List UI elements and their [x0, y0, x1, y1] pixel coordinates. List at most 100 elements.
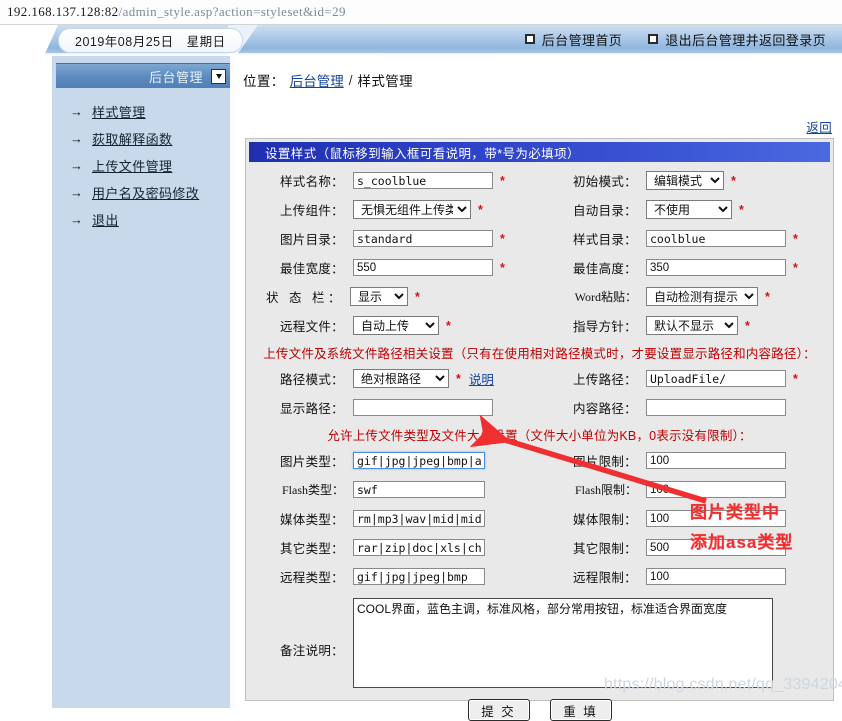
- field-label: 路径模式：: [279, 373, 344, 387]
- field-label: 上传组件：: [279, 204, 344, 218]
- arrow-right-icon: →: [70, 158, 83, 173]
- browser-url-bar[interactable]: 192.168.137.128:82/admin_style.asp?actio…: [0, 0, 842, 25]
- page-body: 2019年08月25日 星期日 后台管理首页 退出后台管理并返回登录页 后台管理…: [0, 25, 842, 721]
- sidebar-item-style-manage[interactable]: → 样式管理: [52, 98, 230, 125]
- image-dir-input[interactable]: [353, 230, 493, 247]
- style-dir-input[interactable]: [646, 230, 786, 247]
- required-star: *: [415, 289, 420, 304]
- media-type-input[interactable]: [353, 510, 485, 527]
- field-style-dir: 样式目录： *: [539, 229, 833, 248]
- field-flash-type: Flash类型：: [246, 481, 539, 498]
- sidebar-item-get-function[interactable]: → 荻取解释函数: [52, 125, 230, 152]
- memo-textarea[interactable]: [353, 598, 773, 688]
- field-label: 最佳宽度：: [279, 262, 344, 276]
- field-label: Flash限制：: [574, 483, 637, 497]
- init-mode-select[interactable]: 编辑模式: [646, 171, 724, 190]
- bullet-square-icon: [648, 34, 659, 44]
- image-type-input[interactable]: [353, 452, 485, 469]
- field-label: 备注说明：: [279, 644, 344, 658]
- upload-path-input[interactable]: [646, 370, 786, 387]
- sidebar-header: 后台管理: [56, 63, 234, 88]
- breadcrumb-separator: /: [348, 72, 353, 88]
- sidebar-item-label: 荻取解释函数: [92, 132, 173, 147]
- banner-notch: [44, 25, 58, 56]
- content-area: 位置： 后台管理 / 样式管理 返回 设置样式（鼠标移到输入框可看说明，带*号为…: [235, 56, 842, 721]
- date-tab: 2019年08月25日 星期日: [58, 28, 243, 53]
- url-text: 192.168.137.128:82/admin_style.asp?actio…: [0, 4, 346, 20]
- required-star: *: [745, 318, 750, 333]
- field-label: 最佳高度：: [572, 262, 637, 276]
- field-label: 其它限制：: [572, 542, 637, 556]
- remote-type-input[interactable]: [353, 568, 485, 585]
- type-note: 允许上传文件类型及文件大小设置（文件大小单位为KB，0表示没有限制）：: [327, 428, 752, 443]
- word-paste-select[interactable]: 自动检测有提示: [646, 287, 758, 306]
- link-logout[interactable]: 退出后台管理并返回登录页: [648, 30, 826, 49]
- field-label: 初始模式：: [572, 175, 637, 189]
- field-memo: 备注说明：: [246, 591, 833, 688]
- field-content-path: 内容路径：: [539, 398, 833, 417]
- path-mode-help-link[interactable]: 说明: [461, 369, 494, 388]
- other-type-input[interactable]: [353, 539, 485, 556]
- date-text: 2019年08月25日 星期日: [75, 35, 226, 49]
- bullet-square-icon: [524, 34, 535, 44]
- guide-line-select[interactable]: 默认不显示: [646, 316, 738, 335]
- link-admin-home[interactable]: 后台管理首页: [524, 30, 623, 49]
- url-path: /admin_style.asp?action=styleset&id=29: [118, 4, 346, 19]
- back-link[interactable]: 返回: [806, 117, 832, 136]
- auto-dir-select[interactable]: 不使用: [646, 200, 732, 219]
- sidebar-item-exit[interactable]: → 退出: [52, 206, 230, 233]
- field-auto-dir: 自动目录： 不使用 *: [539, 200, 833, 219]
- upload-component-select[interactable]: 无惧无组件上传类: [353, 200, 471, 219]
- form-row: 状 态 栏： 显示 * Word粘贴： 自动检测有提示 *: [246, 282, 833, 311]
- submit-button[interactable]: 提 交: [467, 699, 530, 721]
- required-star: *: [456, 371, 461, 386]
- field-label: Flash类型：: [281, 483, 344, 497]
- display-path-input[interactable]: [353, 399, 493, 416]
- required-star: *: [478, 202, 483, 217]
- field-remote-file: 远程文件： 自动上传 *: [246, 316, 539, 335]
- field-label: 图片目录：: [279, 233, 344, 247]
- field-other-type: 其它类型：: [246, 538, 539, 557]
- best-height-input[interactable]: [646, 259, 786, 276]
- best-width-input[interactable]: [353, 259, 493, 276]
- path-mode-select[interactable]: 绝对根路径: [353, 369, 449, 388]
- annotation-line2: 添加asa类型: [690, 533, 794, 552]
- field-label: 状 态 栏：: [266, 291, 344, 305]
- required-star: *: [765, 289, 770, 304]
- content-path-input[interactable]: [646, 399, 786, 416]
- sidebar-item-account-change[interactable]: → 用户名及密码修改: [52, 179, 230, 206]
- sidebar-item-label: 退出: [92, 213, 119, 228]
- status-bar-select[interactable]: 显示: [350, 287, 408, 306]
- flash-type-input[interactable]: [353, 481, 485, 498]
- remote-file-select[interactable]: 自动上传: [353, 316, 439, 335]
- panel-title: 设置样式（鼠标移到输入框可看说明，带*号为必填项）: [265, 146, 580, 161]
- arrow-right-icon: →: [70, 185, 83, 200]
- panel-header: 设置样式（鼠标移到输入框可看说明，带*号为必填项）: [249, 142, 830, 162]
- field-label: 媒体类型：: [279, 513, 344, 527]
- type-note-row: 允许上传文件类型及文件大小设置（文件大小单位为KB，0表示没有限制）：: [246, 422, 833, 446]
- link-admin-home-label: 后台管理首页: [541, 32, 623, 48]
- left-gutter: [0, 25, 44, 708]
- required-star: *: [739, 202, 744, 217]
- field-flash-limit: Flash限制：: [539, 481, 833, 498]
- field-label: 媒体限制：: [572, 513, 637, 527]
- reset-button[interactable]: 重 填: [549, 699, 612, 721]
- field-label: 图片限制：: [572, 455, 637, 469]
- field-label: 显示路径：: [279, 402, 344, 416]
- breadcrumb-link-admin[interactable]: 后台管理: [290, 70, 344, 90]
- flash-limit-input[interactable]: [646, 481, 786, 498]
- field-word-paste: Word粘贴： 自动检测有提示 *: [539, 287, 833, 306]
- style-name-input[interactable]: [353, 172, 493, 189]
- sidebar-title: 后台管理: [148, 69, 203, 85]
- field-label: 远程限制：: [572, 571, 637, 585]
- image-limit-input[interactable]: [646, 452, 786, 469]
- remote-limit-input[interactable]: [646, 568, 786, 585]
- collapse-icon[interactable]: [211, 68, 226, 84]
- form-rows: 样式名称： * 初始模式： 编辑模式 * 上传组件： 无惧无组件上传类: [246, 166, 833, 721]
- field-image-type: 图片类型：: [246, 451, 539, 470]
- sidebar-item-label: 样式管理: [92, 105, 146, 120]
- field-path-mode: 路径模式： 绝对根路径 * 说明: [246, 369, 539, 388]
- field-label: 远程类型：: [279, 571, 344, 585]
- sidebar-item-upload-manage[interactable]: → 上传文件管理: [52, 152, 230, 179]
- url-host: 192.168.137.128:82: [7, 4, 119, 19]
